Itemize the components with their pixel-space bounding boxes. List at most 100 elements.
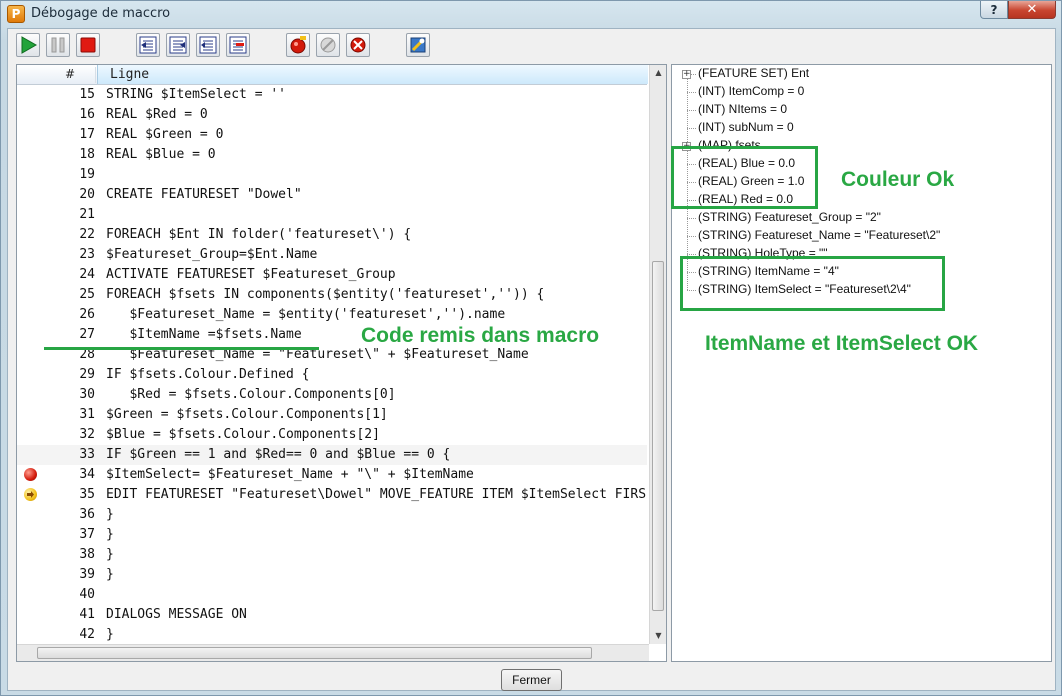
- line-number-text: 42: [79, 627, 95, 642]
- line-number-text: 18: [79, 147, 95, 162]
- line-number: 26: [45, 307, 95, 322]
- code-vertical-scrollbar[interactable]: ▲ ▼: [649, 65, 666, 644]
- line-code: $ItemName =$fsets.Name: [106, 327, 302, 342]
- line-number-text: 23: [79, 247, 95, 262]
- scroll-up-icon[interactable]: ▲: [653, 68, 664, 78]
- line-number: 34: [45, 467, 95, 482]
- line-code: REAL $Red = 0: [106, 107, 208, 122]
- code-line[interactable]: 37}: [17, 525, 647, 545]
- line-code: ACTIVATE FEATURESET $Featureset_Group: [106, 267, 396, 282]
- line-number-text: 39: [79, 567, 95, 582]
- help-button[interactable]: ?: [980, 1, 1008, 19]
- vertical-scroll-thumb[interactable]: [652, 261, 664, 611]
- line-number-text: 21: [79, 207, 95, 222]
- line-code: IF $fsets.Colour.Defined {: [106, 367, 310, 382]
- line-number: 20: [45, 187, 95, 202]
- code-line[interactable]: 30 $Red = $fsets.Colour.Components[0]: [17, 385, 647, 405]
- line-number-text: 24: [79, 267, 95, 282]
- code-line[interactable]: 41 DIALOGS MESSAGE ON: [17, 605, 647, 625]
- line-code: $Red = $fsets.Colour.Components[0]: [106, 387, 396, 402]
- code-horizontal-scrollbar[interactable]: [17, 644, 649, 661]
- expand-plus-icon[interactable]: +: [682, 70, 691, 79]
- code-line[interactable]: 17 REAL $Green = 0: [17, 125, 647, 145]
- code-line[interactable]: 15 STRING $ItemSelect = '': [17, 85, 647, 105]
- line-number-text: 30: [79, 387, 95, 402]
- variable-item[interactable]: (STRING) Featureset_Name = "Featureset\2…: [698, 228, 940, 242]
- line-number: 31: [45, 407, 95, 422]
- code-line[interactable]: 20 CREATE FEATURESET "Dowel": [17, 185, 647, 205]
- line-code: STRING $ItemSelect = '': [106, 87, 287, 102]
- colour-highlight-box: [671, 146, 818, 209]
- code-line[interactable]: 36}: [17, 505, 647, 525]
- macro-tool-button[interactable]: [406, 33, 430, 57]
- step-out-button[interactable]: [196, 33, 220, 57]
- stop-icon: [80, 37, 96, 53]
- code-line[interactable]: 39}: [17, 565, 647, 585]
- code-line[interactable]: 23 $Featureset_Group=$Ent.Name: [17, 245, 647, 265]
- line-number-text: 41: [79, 607, 95, 622]
- line-number-text: 35: [79, 487, 95, 502]
- line-code: }: [106, 567, 114, 582]
- line-number: 29: [45, 367, 95, 382]
- horizontal-scroll-thumb[interactable]: [37, 647, 592, 659]
- line-code: EDIT FEATURESET "Featureset\Dowel" MOVE_…: [106, 487, 647, 502]
- line-number-text: 36: [79, 507, 95, 522]
- fermer-button[interactable]: Fermer: [501, 669, 562, 691]
- column-header-number[interactable]: #: [45, 67, 96, 83]
- variable-item[interactable]: (INT) subNum = 0: [698, 120, 794, 134]
- variable-item[interactable]: (STRING) Featureset_Group = "2": [698, 210, 881, 224]
- code-line[interactable]: 34 $ItemSelect= $Featureset_Name + "\" + …: [17, 465, 647, 485]
- code-line[interactable]: 24 ACTIVATE FEATURESET $Featureset_Group: [17, 265, 647, 285]
- code-line[interactable]: 32 $Blue = $fsets.Colour.Components[2]: [17, 425, 647, 445]
- line-number-text: 20: [79, 187, 95, 202]
- variable-item[interactable]: (INT) ItemComp = 0: [698, 84, 804, 98]
- code-line[interactable]: 31 $Green = $fsets.Colour.Components[1]: [17, 405, 647, 425]
- code-line[interactable]: 38}: [17, 545, 647, 565]
- code-line[interactable]: 22 FOREACH $Ent IN folder('featureset\') …: [17, 225, 647, 245]
- code-line[interactable]: 19: [17, 165, 647, 185]
- line-number-text: 26: [79, 307, 95, 322]
- code-line[interactable]: 21: [17, 205, 647, 225]
- variable-item[interactable]: (INT) NItems = 0: [698, 102, 787, 116]
- code-line[interactable]: 18 REAL $Blue = 0: [17, 145, 647, 165]
- line-number: 39: [45, 567, 95, 582]
- disable-breakpoint-button[interactable]: [316, 33, 340, 57]
- column-header-line-label: Ligne: [110, 67, 150, 82]
- line-number: 33: [45, 447, 95, 462]
- step-back-button[interactable]: [226, 33, 250, 57]
- clear-breakpoints-button[interactable]: [346, 33, 370, 57]
- breakpoint-add-icon: [290, 36, 306, 54]
- code-line[interactable]: 26 $Featureset_Name = $entity('featurese…: [17, 305, 647, 325]
- code-line[interactable]: 29 IF $fsets.Colour.Defined {: [17, 365, 647, 385]
- code-line[interactable]: 16 REAL $Red = 0: [17, 105, 647, 125]
- code-line[interactable]: 33 IF $Green == 1 and $Red== 0 and $Blue …: [17, 445, 647, 465]
- scroll-down-icon[interactable]: ▼: [653, 631, 664, 641]
- code-line[interactable]: 40: [17, 585, 647, 605]
- line-number: 40: [45, 587, 95, 602]
- line-number-text: 27: [79, 327, 95, 342]
- code-line[interactable]: 25 FOREACH $fsets IN components($entity('…: [17, 285, 647, 305]
- variable-item[interactable]: (FEATURE SET) Ent: [698, 66, 809, 80]
- stop-button[interactable]: [76, 33, 100, 57]
- run-button[interactable]: [16, 33, 40, 57]
- app-icon: P: [7, 5, 25, 23]
- code-line[interactable]: 42}: [17, 625, 647, 645]
- close-window-button[interactable]: ✕: [1008, 1, 1056, 19]
- step-over-button[interactable]: [166, 33, 190, 57]
- line-code: DIALOGS MESSAGE ON: [106, 607, 247, 622]
- step-into-button[interactable]: [136, 33, 160, 57]
- line-number-text: 15: [79, 87, 95, 102]
- tree-connector: [687, 254, 696, 255]
- line-code: $Blue = $fsets.Colour.Components[2]: [106, 427, 380, 442]
- column-header-line[interactable]: Ligne: [97, 65, 648, 84]
- line-code: REAL $Green = 0: [106, 127, 224, 142]
- code-line[interactable]: 35 EDIT FEATURESET "Featureset\Dowel" MOV…: [17, 485, 647, 505]
- tree-connector: [687, 128, 696, 129]
- line-number-text: 34: [79, 467, 95, 482]
- breakpoint-icon[interactable]: [24, 468, 37, 481]
- line-number: 37: [45, 527, 95, 542]
- line-number-text: 31: [79, 407, 95, 422]
- item-note: ItemName et ItemSelect OK: [705, 332, 979, 355]
- add-breakpoint-button[interactable]: [286, 33, 310, 57]
- pause-button[interactable]: [46, 33, 70, 57]
